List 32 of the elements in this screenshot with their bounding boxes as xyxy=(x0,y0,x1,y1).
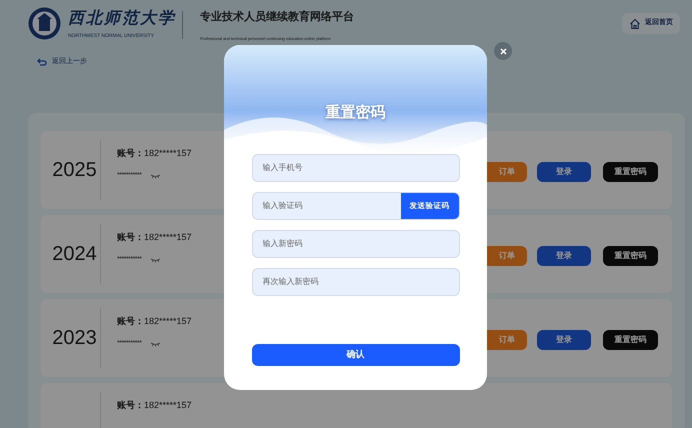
account-label: 账号： xyxy=(117,314,144,328)
university-name: 西北师范大学 xyxy=(68,9,176,27)
closed-eye-icon[interactable] xyxy=(150,174,162,179)
account-number: 182*****157 xyxy=(144,230,192,244)
home-icon xyxy=(629,18,641,30)
close-button[interactable] xyxy=(494,42,512,60)
platform-title: 专业技术人员继续教育网络平台 xyxy=(200,10,354,24)
year-label: 2024 xyxy=(51,242,97,266)
confirm-button[interactable]: 确认 xyxy=(252,344,460,366)
university-seal-icon xyxy=(28,7,61,40)
account-label: 账号： xyxy=(117,230,144,244)
closed-eye-icon[interactable] xyxy=(150,342,162,347)
input-field[interactable]: 再次输入新密码 xyxy=(252,268,460,296)
login-button[interactable]: 登录 xyxy=(537,162,591,182)
closed-eye-icon[interactable] xyxy=(150,258,162,263)
account-label: 账号： xyxy=(117,146,144,160)
account-number: 182*****157 xyxy=(144,314,192,328)
account-label: 账号： xyxy=(117,398,144,412)
login-button[interactable]: 登录 xyxy=(537,246,591,266)
reset-password-button[interactable]: 重置密码 xyxy=(603,330,658,350)
dialog-title: 重置密码 xyxy=(326,103,386,123)
login-button[interactable]: 登录 xyxy=(537,330,591,350)
account-number: 182*****157 xyxy=(144,146,192,160)
year-label: 2023 xyxy=(51,326,97,350)
close-icon xyxy=(500,48,506,54)
reset-password-button[interactable]: 重置密码 xyxy=(603,246,658,266)
reset-password-button[interactable]: 重置密码 xyxy=(603,162,658,182)
year-label: 2025 xyxy=(51,158,97,182)
account-number: 182*****157 xyxy=(144,398,192,412)
input-field[interactable]: 输入新密码 xyxy=(252,230,460,258)
back-arrow-icon xyxy=(37,58,47,66)
input-field[interactable]: 输入手机号 xyxy=(252,154,460,182)
